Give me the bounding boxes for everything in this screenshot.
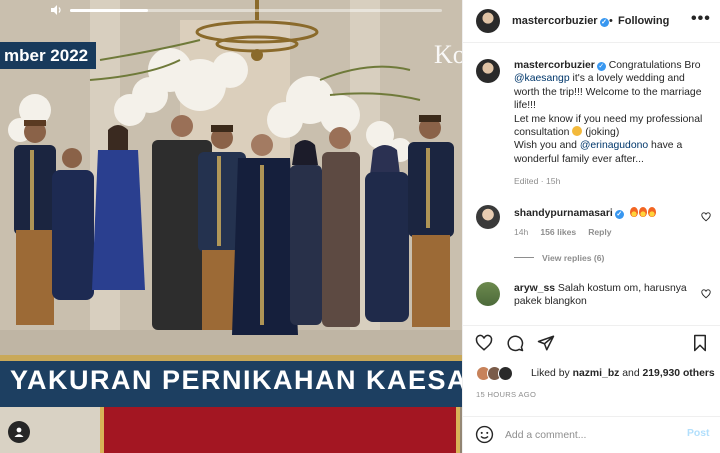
fire-emoji-icon xyxy=(629,207,638,217)
commenter-avatar[interactable] xyxy=(476,205,500,229)
commenter-username[interactable]: shandypurnamasari ✓ xyxy=(514,207,657,219)
comment-time: 14h xyxy=(514,227,529,237)
author-username-text[interactable]: mastercorbuzier xyxy=(512,15,598,27)
caption-username[interactable]: mastercorbuzier xyxy=(514,60,595,71)
caption-meta: Edited · 15h xyxy=(514,176,561,186)
post-timestamp[interactable]: 15 HOURS AGO xyxy=(476,390,536,399)
banner-accent-bar xyxy=(0,355,462,361)
caption-part5: Wish you and xyxy=(514,140,580,152)
liked-by-user[interactable]: nazmi_bz xyxy=(573,368,620,379)
caption-text: mastercorbuzier ✓ Congratulations Bro @ka… xyxy=(514,59,709,166)
mention-kaesangp[interactable]: @kaesangp xyxy=(514,73,570,84)
verified-icon: ✓ xyxy=(599,18,609,27)
share-paper-plane-icon[interactable] xyxy=(537,334,555,352)
caption-author-avatar[interactable] xyxy=(476,59,500,83)
verified-icon: ✓ xyxy=(596,62,606,71)
video-progress-fill xyxy=(70,9,149,12)
carpet-border xyxy=(100,407,460,453)
liked-by-text: Liked by nazmi_bz and 219,930 others xyxy=(531,368,715,379)
volume-icon[interactable] xyxy=(50,4,62,16)
author-username[interactable]: mastercorbuzier ✓ xyxy=(512,15,609,27)
comment-meta: 14h 156 likes Reply xyxy=(514,227,612,237)
commenter-username[interactable]: aryw_ss xyxy=(514,283,555,294)
commenter-username-text[interactable]: shandypurnamasari xyxy=(514,208,613,219)
liked-by-mid: and xyxy=(619,368,643,379)
grimace-emoji-icon xyxy=(572,126,583,137)
following-button[interactable]: Following xyxy=(618,15,669,27)
comment-like-heart-icon[interactable] xyxy=(701,212,711,222)
view-replies-button[interactable]: View replies (6) xyxy=(514,253,604,263)
caption-part1: Congratulations Bro xyxy=(605,60,701,71)
commenter-avatar[interactable] xyxy=(476,282,500,306)
add-comment-row: Post xyxy=(463,416,720,451)
fire-emoji-icon xyxy=(638,207,647,217)
backdrop-letters: Ko xyxy=(434,40,462,69)
comment-bubble-icon[interactable] xyxy=(506,334,524,352)
video-progress-track[interactable] xyxy=(70,9,442,12)
liker-avatar[interactable] xyxy=(498,366,513,381)
post-actions: Liked by nazmi_bz and 219,930 others 15 … xyxy=(463,325,720,450)
liked-by-count[interactable]: 219,930 others xyxy=(643,368,715,379)
verified-icon: ✓ xyxy=(614,210,624,219)
liked-by-prefix: Liked by xyxy=(531,368,573,379)
mention-erinagudono[interactable]: @erinagudono xyxy=(580,140,648,151)
author-avatar[interactable] xyxy=(476,9,500,33)
save-bookmark-icon[interactable] xyxy=(691,334,709,352)
likes-summary: Liked by nazmi_bz and 219,930 others xyxy=(476,366,716,382)
separator-dot: • xyxy=(609,15,613,27)
post-header: mastercorbuzier ✓ • Following ••• xyxy=(463,0,720,43)
comment-like-heart-icon[interactable] xyxy=(701,289,711,299)
fire-emojis xyxy=(629,207,657,219)
post-media[interactable]: mber 2022 Ko YAKURAN PERNIKAHAN KAESANG xyxy=(0,0,462,453)
comment-input[interactable] xyxy=(505,427,675,443)
comment-likes[interactable]: 156 likes xyxy=(540,227,576,237)
banner-text: YAKURAN PERNIKAHAN KAESANG xyxy=(10,365,462,395)
video-date-overlay: mber 2022 xyxy=(0,42,97,69)
news-banner: YAKURAN PERNIKAHAN KAESANG xyxy=(0,355,462,407)
emoji-picker-icon[interactable] xyxy=(475,425,494,444)
tagged-users-button[interactable] xyxy=(8,421,30,443)
user-tag-icon xyxy=(14,427,24,437)
comment-body: aryw_ss Salah kostum om, harusnya pakek … xyxy=(514,282,694,309)
like-heart-icon[interactable] xyxy=(475,334,493,352)
post-side-panel: mastercorbuzier ✓ • Following ••• masterc… xyxy=(462,0,720,453)
more-options-icon[interactable]: ••• xyxy=(691,11,711,27)
caption-part4: (joking) xyxy=(582,127,620,139)
reply-button[interactable]: Reply xyxy=(588,227,611,237)
post-comment-button[interactable]: Post xyxy=(687,428,710,439)
fire-emoji-icon xyxy=(647,207,656,217)
